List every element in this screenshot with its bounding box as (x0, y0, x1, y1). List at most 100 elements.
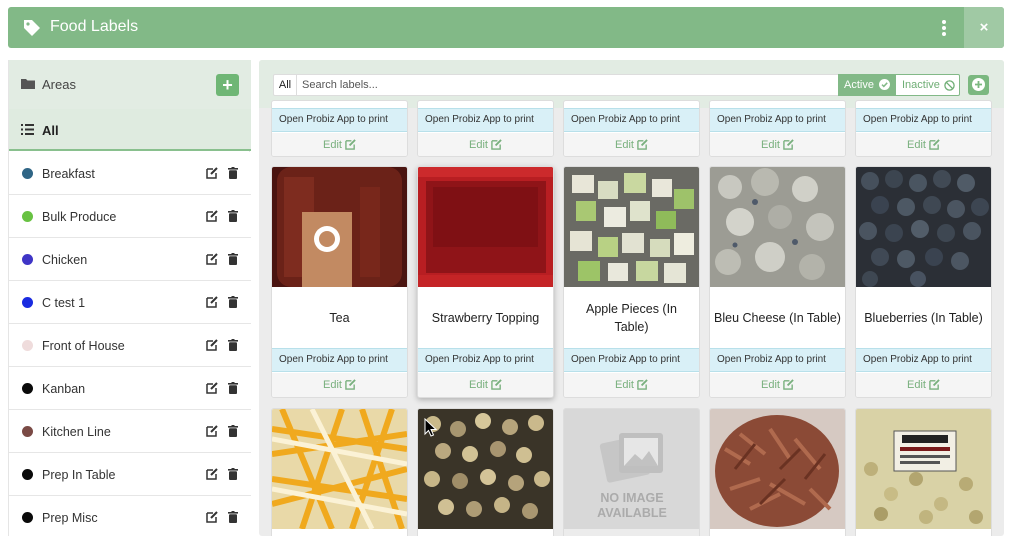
edit-label-link[interactable]: Edit (856, 373, 991, 397)
label-card-tea[interactable]: Tea Open Probiz App to print Edit (271, 166, 408, 398)
food-photo (418, 167, 553, 287)
edit-icon[interactable] (206, 339, 218, 351)
trash-icon[interactable] (228, 210, 238, 222)
edit-icon (491, 379, 502, 390)
active-filter-button[interactable]: Active (838, 74, 895, 96)
label-card[interactable] (271, 408, 408, 536)
food-photo (856, 167, 991, 287)
mouse-cursor-icon (424, 418, 438, 437)
edit-label-text: Edit (323, 379, 342, 391)
trash-icon[interactable] (228, 425, 238, 437)
sidebar-item-kitchen-line[interactable]: Kitchen Line (9, 410, 251, 453)
sidebar-item-kanban[interactable]: Kanban (9, 367, 251, 410)
label-card[interactable]: Open Probiz App to print Edit (709, 100, 846, 157)
label-card-bleu-cheese[interactable]: Bleu Cheese (In Table) Open Probiz App t… (709, 166, 846, 398)
edit-label-link[interactable]: Edit (418, 373, 553, 397)
more-options-icon[interactable] (928, 17, 960, 39)
trash-icon[interactable] (228, 167, 238, 179)
print-notice: Open Probiz App to print (710, 348, 845, 372)
no-image-placeholder: NO IMAGE AVAILABLE (564, 409, 699, 529)
check-circle-icon (879, 79, 890, 90)
app-header: Food Labels × (8, 7, 1004, 48)
edit-icon[interactable] (206, 382, 218, 394)
sidebar-item-label: Bulk Produce (42, 210, 117, 224)
add-label-button[interactable] (968, 75, 989, 95)
sidebar-item-prep-misc[interactable]: Prep Misc (9, 496, 251, 536)
food-photo (710, 167, 845, 287)
label-card[interactable]: NO IMAGE AVAILABLE (563, 408, 700, 536)
no-image-text: NO IMAGE AVAILABLE (597, 491, 667, 520)
sidebar-item-chicken[interactable]: Chicken (9, 238, 251, 281)
trash-icon[interactable] (228, 468, 238, 480)
color-dot (22, 469, 33, 480)
edit-label-link[interactable]: Edit (564, 133, 699, 156)
edit-icon (929, 379, 940, 390)
edit-label-link[interactable]: Edit (272, 373, 407, 397)
print-notice: Open Probiz App to print (272, 348, 407, 372)
print-notice: Open Probiz App to print (856, 348, 991, 372)
areas-label: Areas (42, 77, 76, 92)
tag-icon (24, 20, 40, 36)
sidebar-item-label: Kitchen Line (42, 425, 111, 439)
edit-label-link[interactable]: Edit (272, 133, 407, 156)
edit-icon[interactable] (206, 296, 218, 308)
close-button[interactable]: × (964, 7, 1004, 48)
color-dot (22, 297, 33, 308)
trash-icon[interactable] (228, 382, 238, 394)
edit-icon (637, 379, 648, 390)
search-input[interactable] (302, 77, 832, 93)
edit-icon (345, 139, 356, 150)
edit-icon[interactable] (206, 253, 218, 265)
color-dot (22, 512, 33, 523)
edit-icon[interactable] (206, 425, 218, 437)
label-name: Strawberry Topping (431, 311, 540, 325)
label-card[interactable]: Open Probiz App to print Edit (563, 100, 700, 157)
label-card[interactable]: Open Probiz App to print Edit (417, 100, 554, 157)
label-card[interactable]: Open Probiz App to print Edit (855, 100, 992, 157)
inactive-filter-button[interactable]: Inactive (895, 74, 960, 96)
edit-icon[interactable] (206, 468, 218, 480)
edit-label-link[interactable]: Edit (564, 373, 699, 397)
label-card[interactable]: Open Probiz App to print Edit (271, 100, 408, 157)
edit-label-text: Edit (469, 379, 488, 391)
color-dot (22, 168, 33, 179)
edit-label-text: Edit (761, 139, 780, 151)
trash-icon[interactable] (228, 296, 238, 308)
scope-all-chip[interactable]: All (274, 75, 297, 95)
areas-header: Areas + (9, 60, 251, 109)
edit-label-link[interactable]: Edit (418, 133, 553, 156)
plus-circle-icon (972, 78, 985, 91)
color-dot (22, 383, 33, 394)
sidebar-item-label: Breakfast (42, 167, 95, 181)
trash-icon[interactable] (228, 253, 238, 265)
label-card-strawberry-topping[interactable]: Strawberry Topping Open Probiz App to pr… (417, 166, 554, 398)
edit-label-link[interactable]: Edit (710, 133, 845, 156)
color-dot (22, 211, 33, 222)
sidebar-item-label: Prep In Table (42, 468, 116, 482)
sidebar-item-front-of-house[interactable]: Front of House (9, 324, 251, 367)
edit-label-link[interactable]: Edit (856, 133, 991, 156)
sidebar-item-all[interactable]: All (9, 109, 251, 151)
edit-icon (637, 139, 648, 150)
edit-label-text: Edit (323, 139, 342, 151)
trash-icon[interactable] (228, 511, 238, 523)
edit-icon[interactable] (206, 511, 218, 523)
label-card[interactable] (709, 408, 846, 536)
sidebar-item-prep-in-table[interactable]: Prep In Table (9, 453, 251, 496)
add-area-button[interactable]: + (216, 74, 239, 96)
label-card[interactable] (855, 408, 992, 536)
edit-icon[interactable] (206, 210, 218, 222)
edit-icon[interactable] (206, 167, 218, 179)
trash-icon[interactable] (228, 339, 238, 351)
print-notice: Open Probiz App to print (856, 108, 991, 132)
edit-label-link[interactable]: Edit (710, 373, 845, 397)
color-dot (22, 254, 33, 265)
sidebar-item-breakfast[interactable]: Breakfast (9, 152, 251, 195)
sidebar-item-bulk-produce[interactable]: Bulk Produce (9, 195, 251, 238)
food-photo (272, 409, 407, 529)
label-card-blueberries[interactable]: Blueberries (In Table) Open Probiz App t… (855, 166, 992, 398)
sidebar-item-c-test-1[interactable]: C test 1 (9, 281, 251, 324)
label-card-apple-pieces[interactable]: Apple Pieces (In Table) Open Probiz App … (563, 166, 700, 398)
print-notice: Open Probiz App to print (272, 108, 407, 132)
print-notice: Open Probiz App to print (418, 348, 553, 372)
